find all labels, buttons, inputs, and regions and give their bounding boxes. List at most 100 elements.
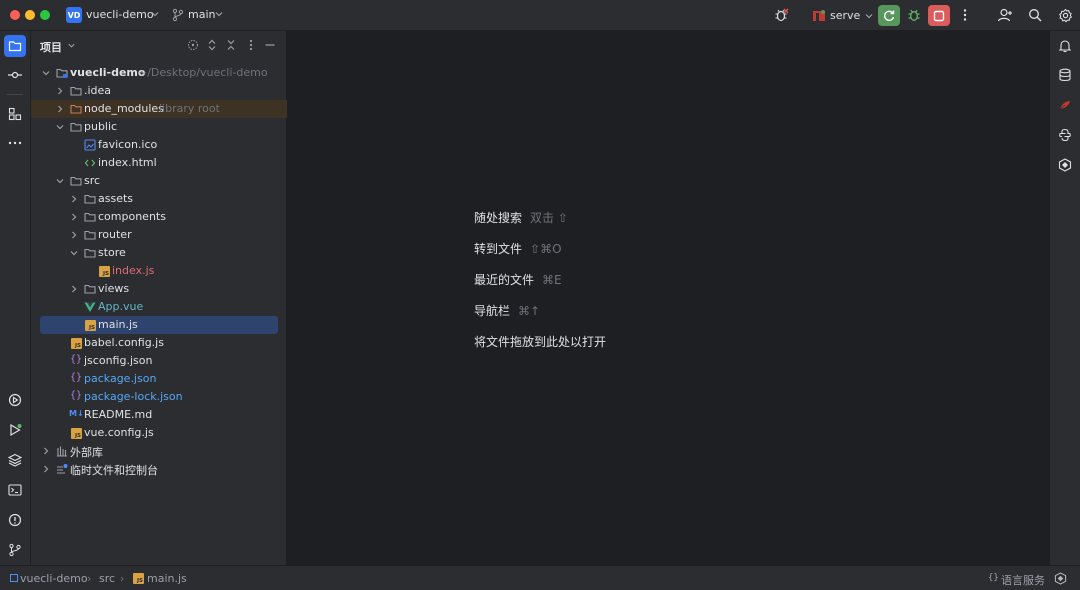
title-bar: VD vuecli-demo main serve bbox=[0, 0, 1080, 31]
ai-assistant-tool-button[interactable] bbox=[1055, 155, 1075, 175]
run-tool-button[interactable] bbox=[4, 419, 26, 441]
settings-gear-icon[interactable] bbox=[1057, 7, 1073, 23]
chevron-down-icon[interactable] bbox=[41, 68, 51, 78]
project-tool-button[interactable] bbox=[4, 35, 26, 57]
options-icon[interactable] bbox=[244, 38, 258, 52]
python-icon bbox=[1059, 128, 1071, 142]
database-tool-button[interactable] bbox=[1055, 65, 1075, 85]
hint-label: 最近的文件 bbox=[474, 273, 535, 287]
python-tool-button[interactable] bbox=[1055, 125, 1075, 145]
tree-row-src[interactable]: src bbox=[31, 172, 287, 190]
terminal-icon bbox=[8, 484, 22, 496]
tree-row-views[interactable]: views bbox=[31, 280, 287, 298]
breadcrumb-src[interactable]: src bbox=[99, 572, 115, 585]
tree-row-assets[interactable]: assets bbox=[31, 190, 287, 208]
more-actions-icon[interactable] bbox=[957, 7, 973, 23]
chevron-down-icon bbox=[865, 13, 873, 18]
tree-row-project-root[interactable]: vuecli-demo ~/Desktop/vuecli-demo bbox=[31, 64, 287, 82]
panel-title[interactable]: 项目 bbox=[40, 39, 62, 55]
structure-tool-button[interactable] bbox=[4, 103, 26, 125]
locate-file-icon[interactable] bbox=[186, 38, 200, 52]
search-icon[interactable] bbox=[1027, 7, 1043, 23]
tree-row-components[interactable]: components bbox=[31, 208, 287, 226]
run-configuration-selector[interactable]: serve bbox=[812, 7, 874, 24]
language-services-widget[interactable]: 语言服务 bbox=[1001, 572, 1045, 588]
tree-row-public[interactable]: public bbox=[31, 118, 287, 136]
breadcrumb-file[interactable]: main.js bbox=[147, 572, 187, 585]
tree-row-scratches[interactable]: 临时文件和控制台 bbox=[31, 460, 287, 478]
debug-disabled-icon[interactable] bbox=[773, 7, 789, 23]
tree-label: src bbox=[84, 174, 101, 187]
tree-row-readme[interactable]: M↓ README.md bbox=[31, 406, 287, 424]
chevron-right-icon[interactable] bbox=[69, 194, 79, 204]
run-icon bbox=[10, 423, 22, 437]
tree-row-node-modules[interactable]: node_modules library root bbox=[31, 100, 287, 118]
tree-row-index-html[interactable]: index.html bbox=[31, 154, 287, 172]
tree-row-babel-config[interactable]: JS babel.config.js bbox=[31, 334, 287, 352]
project-switcher[interactable]: vuecli-demo bbox=[86, 8, 154, 21]
breadcrumb-project[interactable]: vuecli-demo bbox=[20, 572, 88, 585]
tree-row-vue-config[interactable]: JS vue.config.js bbox=[31, 424, 287, 442]
window-maximize-button[interactable] bbox=[40, 10, 50, 20]
tree-row-jsconfig[interactable]: {} jsconfig.json bbox=[31, 352, 287, 370]
chevron-down-icon[interactable] bbox=[214, 9, 224, 19]
rerun-button[interactable] bbox=[878, 5, 900, 26]
tree-row-package-json[interactable]: {} package.json bbox=[31, 370, 287, 388]
tree-label: components bbox=[98, 210, 166, 223]
chevron-down-icon[interactable] bbox=[150, 9, 160, 19]
chevron-right-icon[interactable] bbox=[69, 230, 79, 240]
notifications-tool-button[interactable] bbox=[1055, 36, 1075, 56]
folder-icon bbox=[84, 248, 96, 258]
terminal-tool-button[interactable] bbox=[4, 479, 26, 501]
expand-all-icon[interactable] bbox=[205, 38, 219, 52]
chevron-down-icon[interactable] bbox=[69, 248, 79, 258]
maven-tool-button[interactable] bbox=[1055, 95, 1075, 115]
folder-icon bbox=[84, 194, 96, 204]
project-panel-header: 项目 bbox=[31, 31, 287, 59]
chevron-right-icon[interactable] bbox=[41, 446, 51, 456]
tree-row-main-js[interactable]: JS main.js bbox=[40, 316, 278, 334]
commit-tool-button[interactable] bbox=[4, 64, 26, 86]
window-close-button[interactable] bbox=[10, 10, 20, 20]
window-minimize-button[interactable] bbox=[25, 10, 35, 20]
chevron-right-icon[interactable] bbox=[41, 464, 51, 474]
tree-label: package-lock.json bbox=[84, 390, 183, 403]
chevron-down-icon[interactable] bbox=[55, 176, 65, 186]
tree-label: 外部库 bbox=[70, 446, 103, 459]
tree-row-router[interactable]: router bbox=[31, 226, 287, 244]
tree-row-favicon[interactable]: favicon.ico bbox=[31, 136, 287, 154]
project-badge[interactable]: VD bbox=[66, 7, 82, 23]
tree-row-store[interactable]: store bbox=[31, 244, 287, 262]
more-tools-button[interactable] bbox=[4, 132, 26, 154]
image-file-icon bbox=[84, 139, 96, 151]
add-user-icon[interactable] bbox=[997, 7, 1013, 23]
hint-shortcut: 双击 ⇧ bbox=[530, 211, 568, 225]
chevron-right-icon[interactable] bbox=[55, 104, 65, 114]
layers-tool-button[interactable] bbox=[4, 449, 26, 471]
git-branch-icon[interactable] bbox=[172, 8, 184, 22]
tree-row-package-lock[interactable]: {} package-lock.json bbox=[31, 388, 287, 406]
chevron-down-icon[interactable] bbox=[55, 122, 65, 132]
chevron-right-icon[interactable] bbox=[55, 86, 65, 96]
services-tool-button[interactable] bbox=[4, 389, 26, 411]
chevron-right-icon[interactable] bbox=[69, 212, 79, 222]
problems-tool-button[interactable] bbox=[4, 509, 26, 531]
debug-icon[interactable] bbox=[906, 7, 922, 23]
tree-row-store-index-js[interactable]: JS index.js bbox=[31, 262, 287, 280]
chevron-down-icon[interactable] bbox=[67, 41, 76, 50]
tree-row-external-libraries[interactable]: 外部库 bbox=[31, 442, 287, 460]
tree-label: package.json bbox=[84, 372, 157, 385]
tree-label: router bbox=[98, 228, 132, 241]
hide-panel-icon[interactable] bbox=[263, 38, 277, 52]
ai-assistant-icon[interactable] bbox=[1054, 572, 1067, 585]
chevron-right-icon[interactable] bbox=[69, 284, 79, 294]
stop-button[interactable] bbox=[928, 5, 950, 26]
tree-label: vuecli-demo bbox=[70, 66, 146, 79]
tree-row-idea[interactable]: .idea bbox=[31, 82, 287, 100]
collapse-all-icon[interactable] bbox=[224, 38, 238, 52]
git-tool-button[interactable] bbox=[4, 539, 26, 561]
branch-switcher[interactable]: main bbox=[188, 8, 215, 21]
editor-area[interactable]: 随处搜索 双击 ⇧ 转到文件 ⇧⌘O 最近的文件 ⌘E 导航栏 ⌘↑ 将文件拖放到此处以… bbox=[288, 31, 1049, 565]
tree-row-app-vue[interactable]: App.vue bbox=[31, 298, 287, 316]
html-file-icon bbox=[84, 159, 96, 167]
